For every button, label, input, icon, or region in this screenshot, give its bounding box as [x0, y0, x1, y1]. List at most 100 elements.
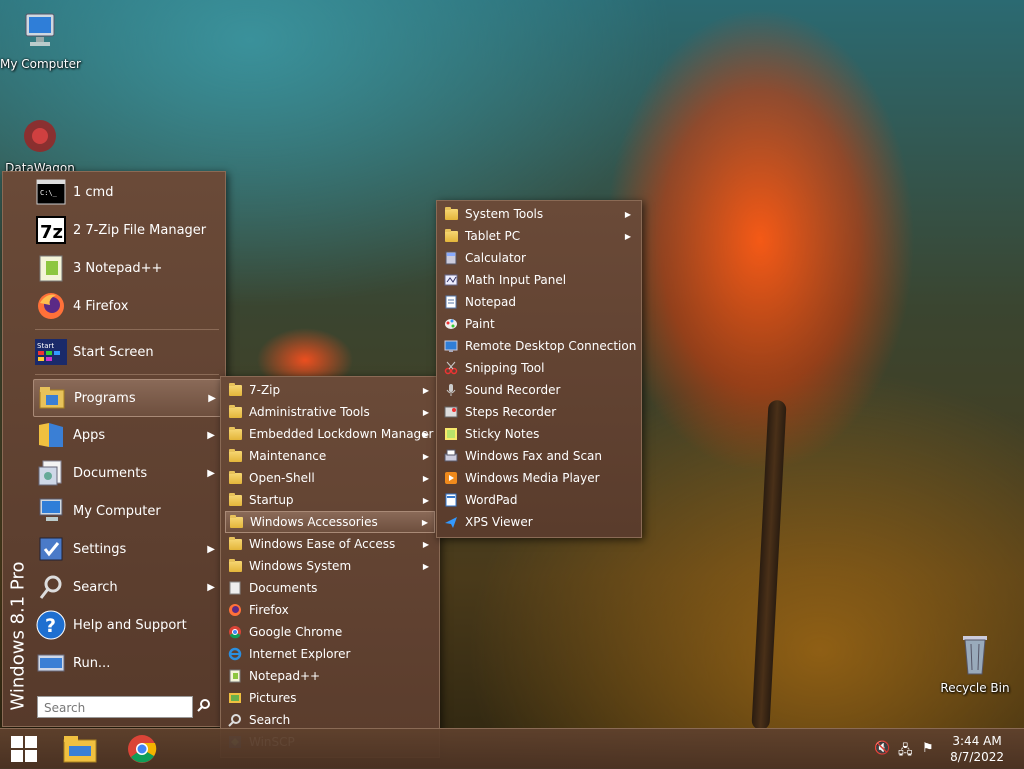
menu-item-my-computer[interactable]: My Computer [33, 493, 221, 529]
menu-item-calculator[interactable]: Calculator [441, 247, 637, 269]
start-button[interactable] [0, 729, 48, 769]
menu-item-label: Google Chrome [249, 625, 343, 639]
network-icon[interactable]: 🖧 [898, 741, 913, 763]
menu-item-snipping-tool[interactable]: Snipping Tool [441, 357, 637, 379]
menu-item-7-zip[interactable]: 7-Zip ▶ [225, 379, 435, 401]
menu-item-label: 7-Zip [249, 383, 281, 397]
menu-item-windows-fax-and-scan[interactable]: Windows Fax and Scan [441, 445, 637, 467]
menu-item-label: Internet Explorer [249, 647, 351, 661]
sticky-notes-icon [443, 426, 459, 442]
menu-item-pictures[interactable]: Pictures [225, 687, 435, 709]
desktop-icon-datawagon[interactable]: DataWagon [0, 114, 80, 175]
svg-text:?: ? [45, 615, 56, 637]
desktop-icon-my-computer[interactable]: My Computer [0, 10, 81, 71]
desktop-icon-label: Recycle Bin [940, 681, 1010, 695]
start-menu: Windows 8.1 Pro C:\_ 1 cmd 7z 2 7-Zip Fi… [2, 171, 226, 727]
menu-item-label: Firefox [249, 603, 289, 617]
apps-folder-icon [35, 419, 67, 451]
menu-item-windows-system[interactable]: Windows System ▶ [225, 555, 435, 577]
submenu-arrow-icon: ▶ [624, 209, 631, 219]
volume-muted-icon[interactable]: 🔇 [874, 741, 890, 756]
wallpaper-stem [751, 399, 787, 731]
menu-item-sound-recorder[interactable]: Sound Recorder [441, 379, 637, 401]
recent-item-cmd[interactable]: C:\_ 1 cmd [33, 174, 221, 210]
taskbar-file-explorer[interactable] [56, 729, 104, 769]
folder-icon [443, 228, 459, 244]
search-icon[interactable] [197, 698, 211, 716]
menu-item-notepad[interactable]: Notepad++ [225, 665, 435, 687]
app-icon [24, 120, 56, 152]
menu-item-documents[interactable]: Documents ▶ [33, 455, 221, 491]
action-center-icon[interactable]: ⚑ [922, 741, 934, 756]
submenu-arrow-icon: ▶ [207, 429, 215, 441]
submenu-arrow-icon: ▶ [624, 231, 631, 241]
calculator-icon [443, 250, 459, 266]
menu-item-label: Search [249, 713, 291, 727]
chrome-icon [128, 735, 157, 763]
menu-item-label: Open-Shell [249, 471, 315, 485]
menu-item-open-shell[interactable]: Open-Shell ▶ [225, 467, 435, 489]
menu-item-google-chrome[interactable]: Google Chrome [225, 621, 435, 643]
recent-item-7zip[interactable]: 7z 2 7-Zip File Manager [33, 212, 221, 248]
menu-item-startup[interactable]: Startup ▶ [225, 489, 435, 511]
recent-item-label: 2 7-Zip File Manager [73, 222, 207, 238]
menu-separator [35, 374, 219, 375]
svg-text:7z: 7z [40, 222, 63, 243]
menu-item-math-input-panel[interactable]: Math Input Panel [441, 269, 637, 291]
menu-item-paint[interactable]: Paint [441, 313, 637, 335]
menu-item-label: Math Input Panel [465, 273, 567, 287]
clock-date: 8/7/2022 [950, 750, 1004, 764]
clock[interactable]: 3:44 AM 8/7/2022 [950, 733, 1004, 765]
menu-item-sticky-notes[interactable]: Sticky Notes [441, 423, 637, 445]
folder-icon [227, 470, 243, 486]
snipping-tool-icon [443, 360, 459, 376]
menu-item-search[interactable]: Search ▶ [33, 569, 221, 605]
menu-item-remote-desktop-connection[interactable]: Remote Desktop Connection [441, 335, 637, 357]
search-icon [35, 571, 67, 603]
menu-item-windows-media-player[interactable]: Windows Media Player [441, 467, 637, 489]
submenu-arrow-icon: ▶ [422, 539, 429, 549]
computer-icon [35, 495, 67, 527]
menu-item-notepad[interactable]: Notepad [441, 291, 637, 313]
menu-item-settings[interactable]: Settings ▶ [33, 531, 221, 567]
submenu-arrow-icon: ▶ [422, 407, 429, 417]
recent-item-firefox[interactable]: 4 Firefox [33, 288, 221, 324]
submenu-arrow-icon: ▶ [207, 467, 215, 479]
menu-item-apps[interactable]: Apps ▶ [33, 417, 221, 453]
menu-item-label: Search [73, 579, 118, 595]
menu-item-tablet-pc[interactable]: Tablet PC ▶ [441, 225, 637, 247]
menu-item-windows-accessories[interactable]: Windows Accessories ▶ [225, 511, 435, 533]
taskbar-chrome[interactable] [118, 729, 166, 769]
menu-item-help[interactable]: ? Help and Support [33, 607, 221, 643]
menu-item-label: Snipping Tool [465, 361, 545, 375]
menu-item-label: WordPad [465, 493, 518, 507]
start-search-input[interactable]: Search [37, 696, 193, 718]
menu-item-wordpad[interactable]: WordPad [441, 489, 637, 511]
menu-separator [35, 329, 219, 330]
menu-item-windows-ease-of-access[interactable]: Windows Ease of Access ▶ [225, 533, 435, 555]
submenu-arrow-icon: ▶ [422, 561, 429, 571]
folder-icon [227, 426, 243, 442]
recent-item-notepadpp[interactable]: 3 Notepad++ [33, 250, 221, 286]
desktop-icon-recycle-bin[interactable]: Recycle Bin [935, 630, 1015, 695]
menu-item-label: Pictures [249, 691, 297, 705]
menu-item-xps-viewer[interactable]: XPS Viewer [441, 511, 637, 533]
menu-item-programs[interactable]: Programs ▶ [33, 379, 223, 417]
menu-item-label: Maintenance [249, 449, 327, 463]
menu-item-documents[interactable]: Documents [225, 577, 435, 599]
menu-item-administrative-tools[interactable]: Administrative Tools ▶ [225, 401, 435, 423]
menu-item-internet-explorer[interactable]: Internet Explorer [225, 643, 435, 665]
menu-item-label: XPS Viewer [465, 515, 533, 529]
menu-item-embedded-lockdown-manager[interactable]: Embedded Lockdown Manager ▶ [225, 423, 435, 445]
menu-item-label: Windows Fax and Scan [465, 449, 603, 463]
menu-item-run[interactable]: Run... [33, 645, 221, 681]
desktop-icon-label: My Computer [0, 57, 81, 71]
menu-item-firefox[interactable]: Firefox [225, 599, 435, 621]
folder-icon [228, 514, 244, 530]
menu-item-label: Notepad [465, 295, 516, 309]
menu-item-steps-recorder[interactable]: Steps Recorder [441, 401, 637, 423]
menu-item-system-tools[interactable]: System Tools ▶ [441, 203, 637, 225]
menu-item-maintenance[interactable]: Maintenance ▶ [225, 445, 435, 467]
run-icon [35, 647, 67, 679]
start-screen-item[interactable]: Start Start Screen [33, 334, 221, 370]
